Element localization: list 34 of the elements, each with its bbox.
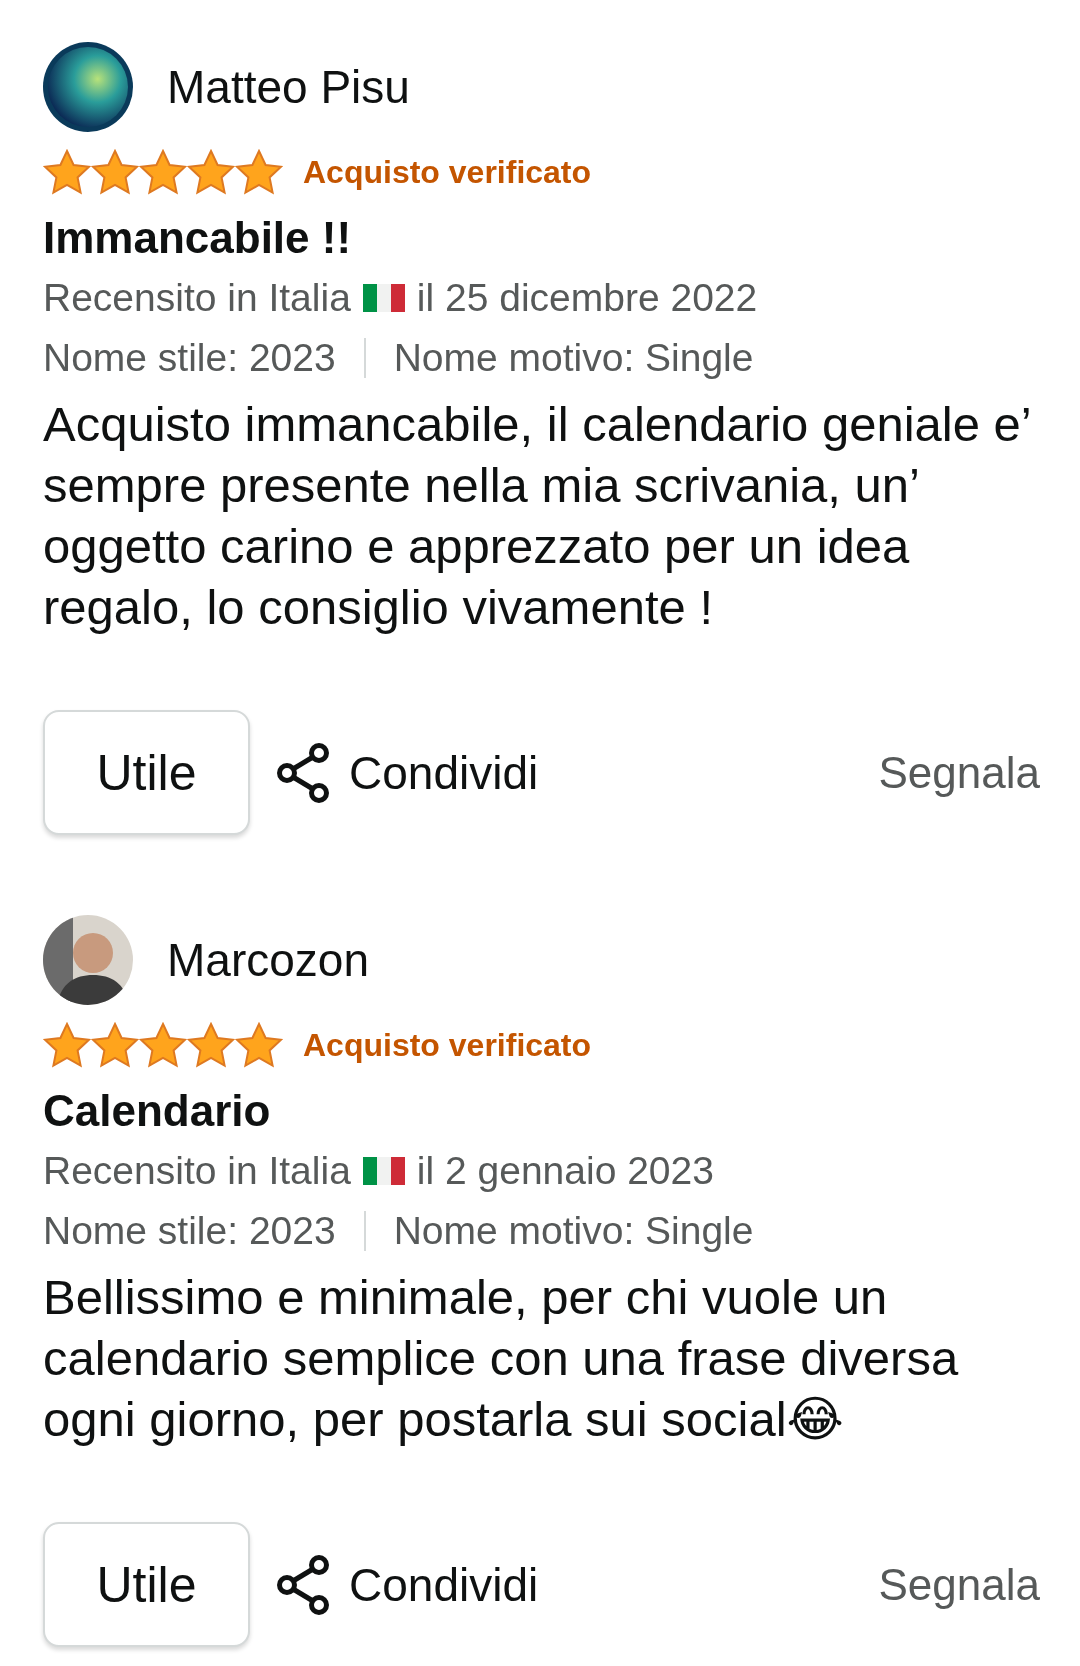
star-icon [139,149,187,195]
star-icon [91,149,139,195]
star-icon [235,149,283,195]
reviewer-name[interactable]: Marcozon [167,933,369,987]
star-icon [187,149,235,195]
helpful-button[interactable]: Utile [43,710,250,835]
review-date: il 25 dicembre 2022 [416,275,758,321]
star-icon [187,1022,235,1068]
flag-icon [362,1157,405,1185]
report-link[interactable]: Segnala [878,1559,1040,1610]
pattern-name: Nome motivo: Single [393,335,754,381]
report-link[interactable]: Segnala [878,747,1040,798]
review-location: Recensito in Italia [43,1148,351,1194]
share-button[interactable]: Condividi [275,1553,539,1616]
star-icon [91,1022,139,1068]
star-icon [235,1022,283,1068]
star-icon [43,1022,91,1068]
review-text: Acquisto immancabile, il calendario geniale e’ sempre presente nella mia scrivania, un’ oggetto carino e apprezzato per un idea regalo, lo consiglio vivamente ! [43,396,1031,636]
star-icon [139,1022,187,1068]
star-icon [43,149,91,195]
review-location: Recensito in Italia [43,275,351,321]
reviewer-name[interactable]: Matteo Pisu [167,60,410,114]
review-title: Calendario [43,1085,272,1137]
review-text: Bellissimo e minimale, per chi vuole un calendario semplice con una frase diversa ogni giorno, per postarla sui social😂 [43,1269,960,1448]
flag-icon [362,284,405,312]
verified-purchase-label: Acquisto verificato [303,1026,592,1064]
pattern-name: Nome motivo: Single [393,1208,754,1254]
review-title: Immancabile !! [43,212,353,264]
review-date: il 2 gennaio 2023 [416,1148,714,1194]
style-name: Nome stile: 2023 [43,1208,336,1254]
verified-purchase-label: Acquisto verificato [303,153,592,191]
share-button[interactable]: Condividi [275,741,539,804]
helpful-button[interactable]: Utile [43,1522,250,1647]
style-name: Nome stile: 2023 [43,335,336,381]
